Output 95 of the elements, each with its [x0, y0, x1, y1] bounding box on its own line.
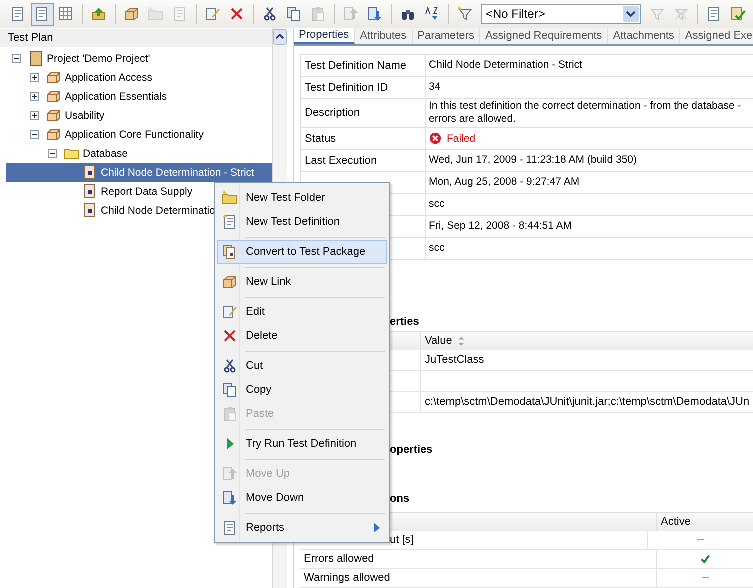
- expand-icon[interactable]: [30, 111, 39, 120]
- collapse-icon[interactable]: [48, 149, 57, 158]
- grid-icon: [58, 6, 74, 22]
- down-arrow-icon: [367, 6, 383, 22]
- table-cell: Warnings allowed: [304, 572, 390, 584]
- menu-item[interactable]: Delete: [217, 324, 387, 348]
- sort-icon[interactable]: [458, 336, 466, 346]
- property-label: Test Definition ID: [305, 82, 388, 94]
- tree-item[interactable]: Application Access: [6, 68, 272, 87]
- expand-icon[interactable]: [30, 73, 39, 82]
- down-arrow-icon: [222, 490, 238, 506]
- error-icon: [429, 132, 442, 145]
- tree-item[interactable]: Application Essentials: [6, 87, 272, 106]
- test-icon: [82, 164, 98, 180]
- test-icon: [82, 184, 98, 200]
- scissors-icon: [222, 358, 238, 374]
- document-icon: [706, 6, 722, 22]
- copy-icon: [286, 6, 302, 22]
- checkmark-icon: [730, 6, 746, 22]
- menu-item[interactable]: Convert to Test Package: [217, 240, 387, 264]
- funnel-icon: [673, 6, 689, 22]
- property-label: Last Execution: [305, 154, 378, 166]
- tree-item[interactable]: Database: [6, 144, 272, 163]
- folder-icon: [222, 190, 238, 206]
- document-icon: [222, 520, 238, 536]
- table-cell: c:\temp\sctm\Demodata\JUnit\junit.jar;c:\temp\sctm\Demodata\JUn: [425, 396, 750, 408]
- close-icon: [222, 328, 238, 344]
- tab[interactable]: Properties: [294, 28, 356, 44]
- folder-icon: [148, 6, 164, 22]
- menu-item[interactable]: Copy: [217, 378, 387, 402]
- menu-item[interactable]: Try Run Test Definition: [217, 432, 387, 456]
- section-heading: ons: [390, 493, 410, 505]
- funnel-icon: [457, 6, 473, 22]
- scissors-icon: [262, 6, 278, 22]
- section-heading: operties: [390, 444, 433, 456]
- menu-item[interactable]: Cut: [217, 354, 387, 378]
- sort-icon: [424, 6, 440, 22]
- menu-item[interactable]: New Test Folder: [217, 186, 387, 210]
- property-value: In this test definition the correct determination - from the database - errors are allowed.: [429, 100, 742, 126]
- tree-item[interactable]: Project 'Demo Project': [6, 49, 272, 68]
- property-value: scc: [429, 198, 445, 211]
- status-value: Failed: [447, 132, 476, 144]
- up-arrow-icon: [222, 466, 238, 482]
- document-icon: [222, 214, 238, 230]
- toolbar-button[interactable]: [30, 2, 54, 26]
- menu-item[interactable]: Move Down: [217, 486, 387, 510]
- box-icon: [222, 274, 238, 290]
- pencil-icon: [205, 6, 221, 22]
- test-icon: [222, 244, 238, 260]
- box-icon: [46, 70, 62, 86]
- book-icon: [28, 50, 44, 66]
- up-arrow-icon: [91, 6, 107, 22]
- menu-item[interactable]: New Test Definition: [217, 210, 387, 234]
- property-label: Description: [305, 107, 360, 119]
- table-cell: JuTestClass: [425, 354, 484, 366]
- menu-item[interactable]: Edit: [217, 300, 387, 324]
- property-value: scc: [429, 242, 445, 255]
- tree-item[interactable]: Application Core Functionality: [6, 125, 272, 144]
- property-value: Mon, Aug 25, 2008 - 9:27:47 AM: [429, 176, 580, 189]
- box-icon: [46, 108, 62, 124]
- close-icon: [229, 6, 245, 22]
- column-header[interactable]: Value: [425, 335, 452, 347]
- property-value: 34: [429, 81, 441, 94]
- document-icon: [34, 6, 50, 22]
- collapse-icon[interactable]: [12, 54, 21, 63]
- property-value: Wed, Jun 17, 2009 - 11:23:18 AM (build 350): [429, 154, 637, 167]
- expand-icon[interactable]: [30, 92, 39, 101]
- panel-title: Test Plan: [8, 32, 54, 44]
- test-icon: [82, 202, 98, 218]
- pencil-icon: [222, 304, 238, 320]
- property-label: Test Definition Name: [305, 60, 406, 72]
- up-arrow-icon: [343, 6, 359, 22]
- clipboard-icon: [310, 6, 326, 22]
- table-cell: ut [s]: [390, 534, 414, 546]
- tree-item[interactable]: Child Node Determination - Strict: [6, 163, 272, 182]
- collapse-icon[interactable]: [30, 130, 39, 139]
- menu-item[interactable]: New Link: [217, 270, 387, 294]
- filter-dropdown[interactable]: <No Filter>: [481, 4, 641, 24]
- clipboard-icon: [222, 406, 238, 422]
- document-icon: [10, 6, 26, 22]
- box-icon: [124, 6, 140, 22]
- property-label: Status: [305, 132, 336, 144]
- tree-item[interactable]: Usability: [6, 106, 272, 125]
- property-value: Child Node Determination - Strict: [429, 59, 582, 72]
- property-value: Fri, Sep 12, 2008 - 8:44:51 AM: [429, 220, 572, 233]
- box-icon: [46, 126, 62, 142]
- box-icon: [46, 88, 62, 104]
- document-icon: [172, 6, 188, 22]
- section-heading: erties: [390, 316, 420, 328]
- menu-item[interactable]: Reports: [217, 516, 387, 540]
- table-cell: Errors allowed: [304, 553, 374, 565]
- copy-icon: [222, 382, 238, 398]
- scroll-up-icon[interactable]: [273, 29, 287, 45]
- submenu-arrow-icon: [374, 523, 380, 533]
- column-header[interactable]: Active: [661, 516, 691, 528]
